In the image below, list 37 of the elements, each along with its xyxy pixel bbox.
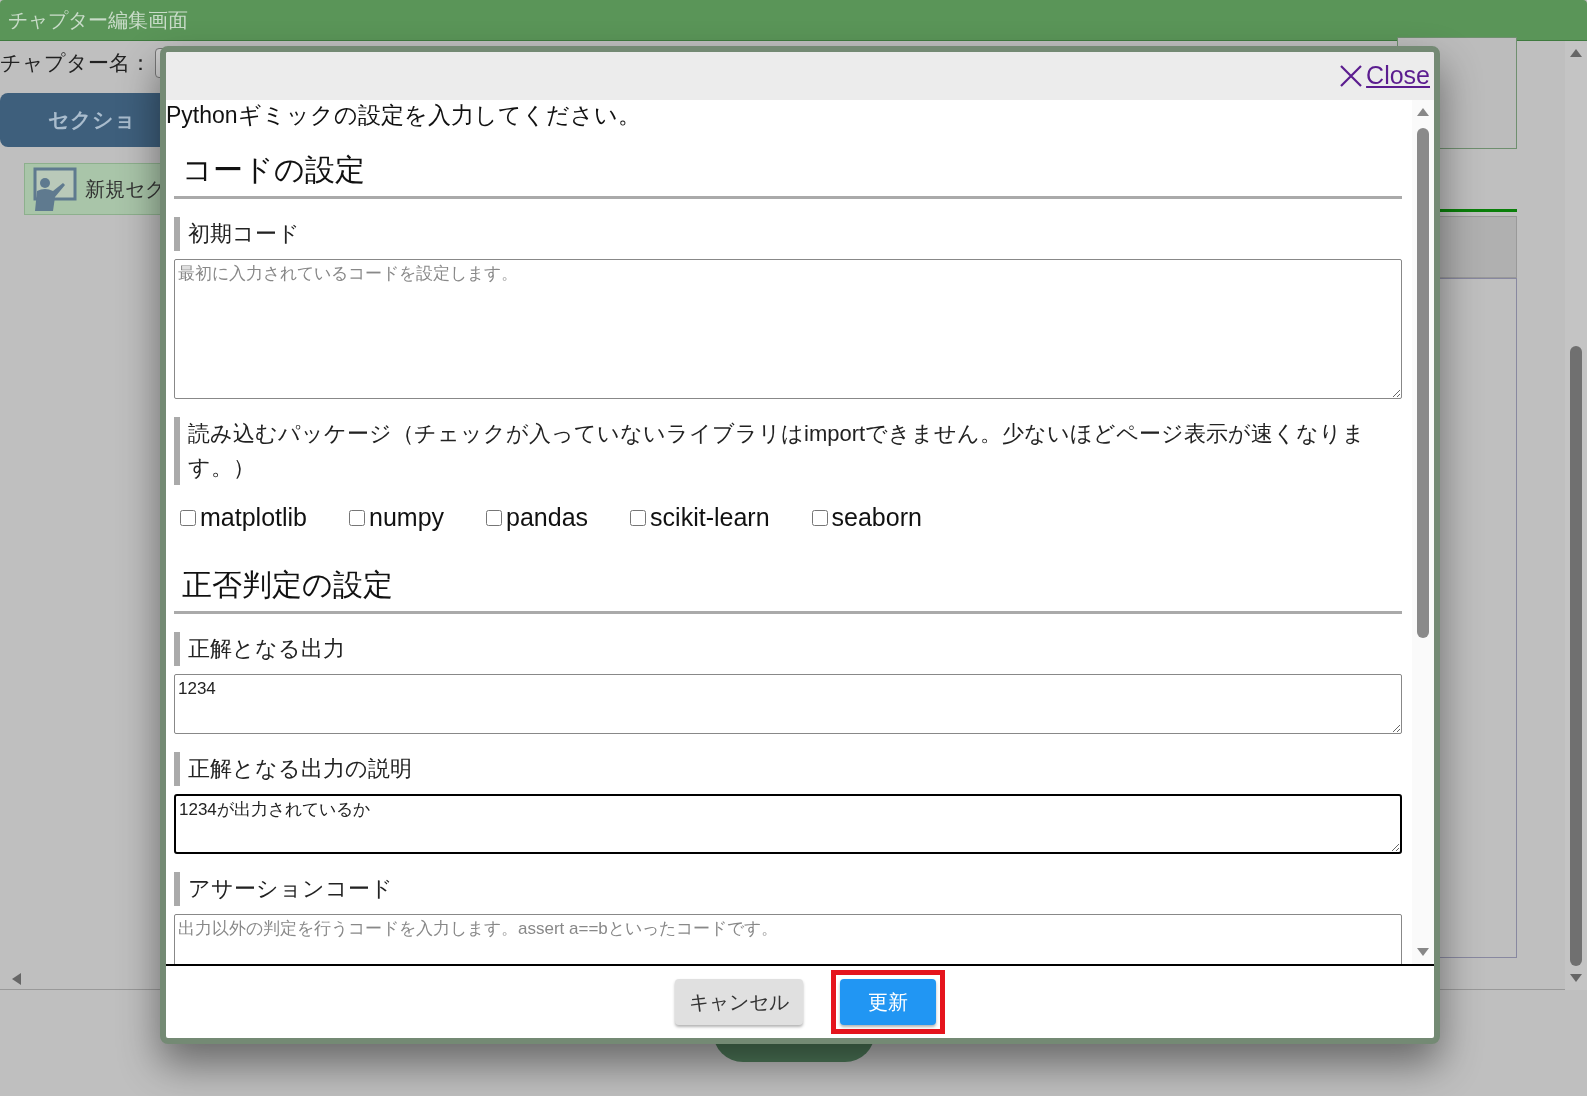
scrollbar-thumb[interactable] <box>1570 346 1582 966</box>
checkbox[interactable] <box>811 509 828 526</box>
close-link[interactable]: Close <box>1340 57 1430 95</box>
checkbox[interactable] <box>486 509 503 526</box>
checkbox[interactable] <box>180 509 196 526</box>
package-label[interactable]: pandas <box>506 499 589 537</box>
field-label: 正解となる出力の説明 <box>174 751 1402 786</box>
scroll-up-icon[interactable] <box>1417 108 1429 116</box>
section-heading: コードの設定 <box>174 130 1402 199</box>
package-label[interactable]: seaborn <box>831 499 922 537</box>
scroll-left-icon[interactable] <box>12 972 21 985</box>
close-label[interactable]: Close <box>1366 57 1430 95</box>
chapter-name-label: チャプター名： <box>0 50 151 77</box>
section-item-label: 新規セク <box>85 177 165 202</box>
field-label: 読み込むパッケージ（チェックが入っていないライブラリはimportできません。少ないほどページ表示が速くなります。） <box>174 417 1402 485</box>
dialog-scrollbar[interactable] <box>1412 100 1434 964</box>
package-label[interactable]: scikit-learn <box>650 499 770 537</box>
scrollbar-thumb[interactable] <box>1417 128 1429 638</box>
checkbox[interactable] <box>349 509 365 526</box>
scroll-down-icon[interactable] <box>1417 948 1429 956</box>
scroll-down-icon[interactable] <box>1570 974 1582 982</box>
field-label: 初期コード <box>174 217 1402 251</box>
code-input-field[interactable]: 最初に入力されているコードを設定します。 <box>174 259 1402 399</box>
input-field[interactable]: 1234 <box>174 673 1402 734</box>
checkbox[interactable] <box>630 509 647 526</box>
field-label: アサーションコード <box>174 871 1402 906</box>
package-label[interactable]: matplotlib <box>200 499 307 537</box>
scroll-up-icon[interactable] <box>1570 49 1582 57</box>
page-title: チャプター編集画面 <box>8 8 188 33</box>
code-input-field[interactable]: 出力以外の判定を行うコードを入力します。assert a==bといったコードです。 <box>174 913 1402 964</box>
scrollbar[interactable] <box>1565 41 1587 990</box>
field-label: 正解となる出力 <box>174 631 1402 666</box>
close-icon <box>1340 65 1363 87</box>
cancel-button[interactable]: キャンセル <box>675 979 803 1025</box>
input-field[interactable]: 1234が出力されているか <box>174 793 1402 854</box>
section-heading: 正否判定の設定 <box>174 544 1402 614</box>
package-label[interactable]: numpy <box>369 499 445 537</box>
